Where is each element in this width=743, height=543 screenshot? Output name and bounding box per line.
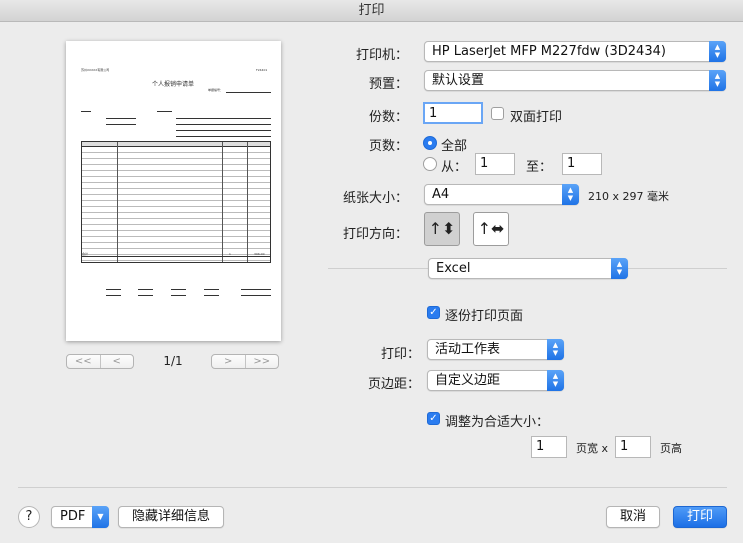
landscape-icon: ↑⬌ [477,219,505,238]
preview-sign-line [241,289,271,290]
print-preview-page: 苏州XXXXX有限公司 F24401 个人报销申请单 单据编号： 合计 1 39… [66,41,281,341]
duplex-checkbox[interactable] [491,107,504,120]
chevron-updown-icon: ▲ ▼ [709,41,726,62]
margins-value: 自定义边距 [435,373,501,388]
preset-value: 默认设置 [432,73,485,88]
preview-company: 苏州XXXXX有限公司 [81,68,110,72]
paper-size-label: 纸张大小： [342,191,408,206]
preview-total-amount: 396.00 [254,252,265,256]
preview-total-label: 合计 [82,252,89,256]
pages-wide-input[interactable]: 1 [531,436,567,458]
pages-from-label: 从： [441,160,468,175]
page-indicator: 1/1 [163,354,183,368]
chevron-updown-icon: ▲ ▼ [562,184,579,205]
preview-field-line [106,124,136,125]
cancel-button[interactable]: 取消 [606,506,660,528]
pdf-label: PDF [60,509,86,524]
landscape-orientation-button[interactable]: ↑⬌ [473,212,509,246]
last-page-button[interactable]: >> [244,355,279,368]
fit-to-page-label: 调整为合适大小： [445,415,550,430]
window-titlebar: 打印 [0,0,743,22]
copies-label: 份数： [368,110,408,125]
chevron-updown-icon: ▲ ▼ [547,339,564,360]
prev-page-button[interactable]: < [99,355,134,368]
preview-field-line [176,136,271,137]
paper-size-value: A4 [432,187,450,202]
pages-all-label: 全部 [441,139,468,154]
print-button[interactable]: 打印 [673,506,727,528]
copies-input[interactable]: 1 [423,102,483,124]
preview-sign-line [171,289,186,290]
app-section-value: Excel [436,261,471,276]
printer-value: HP LaserJet MFP M227fdw (3D2434) [432,44,666,59]
hide-details-button[interactable]: 隐藏详细信息 [118,506,224,528]
window-title: 打印 [358,3,385,18]
portrait-icon: ↑⬍ [428,219,456,238]
preset-select[interactable]: 默认设置 ▲ ▼ [424,70,726,91]
pages-to-label: 至： [526,160,553,175]
print-what-value: 活动工作表 [435,342,501,357]
pages-wide-label: 页宽 x [576,442,609,455]
pages-label: 页数： [368,139,408,154]
preview-table [81,141,271,263]
duplex-label: 双面打印 [510,110,563,125]
preset-label: 预置： [368,77,408,92]
footer-divider [18,487,727,488]
next-page-button[interactable]: > [212,355,245,368]
fit-to-page-checkbox[interactable]: ✓ [427,412,440,425]
margins-select[interactable]: 自定义边距 ▲ ▼ [427,370,564,391]
preview-code: F24401 [256,68,268,72]
paper-dimensions: 210 x 297 毫米 [588,190,669,203]
preview-sign-line [138,289,153,290]
preview-sign-line [241,295,271,296]
preview-title: 个人报销申请单 [152,81,195,88]
collate-checkbox[interactable]: ✓ [427,306,440,319]
print-what-label: 打印： [380,347,420,362]
preview-mark [81,111,91,112]
portrait-orientation-button[interactable]: ↑⬍ [424,212,460,246]
print-what-select[interactable]: 活动工作表 ▲ ▼ [427,339,564,360]
preview-docno: 单据编号： [208,88,224,92]
preview-field-line [176,124,271,125]
printer-select[interactable]: HP LaserJet MFP M227fdw (3D2434) ▲ ▼ [424,41,726,62]
pages-from-input[interactable]: 1 [475,153,515,175]
preview-field-line [176,118,271,119]
pages-all-radio[interactable] [423,136,437,150]
preview-sign-line [106,289,121,290]
chevron-down-icon: ▼ [92,506,109,528]
checkmark-icon: ✓ [429,307,438,318]
preview-nav-back: << < [66,354,134,369]
paper-size-select[interactable]: A4 ▲ ▼ [424,184,579,205]
preview-sign-line [138,295,153,296]
preview-total-qty: 1 [229,252,231,256]
chevron-updown-icon: ▲ ▼ [709,70,726,91]
preview-sign-line [171,295,186,296]
help-button[interactable]: ? [18,506,40,528]
pages-tall-input[interactable]: 1 [615,436,651,458]
pages-range-radio[interactable] [423,157,437,171]
preview-sign-line [204,295,219,296]
first-page-button[interactable]: << [67,355,100,368]
preview-field-line [106,118,136,119]
preview-nav-forward: > >> [211,354,279,369]
pages-tall-label: 页高 [660,442,682,455]
chevron-updown-icon: ▲ ▼ [611,258,628,279]
margins-label: 页边距： [367,377,420,392]
checkmark-icon: ✓ [429,413,438,424]
pages-to-input[interactable]: 1 [562,153,602,175]
pdf-menu-button[interactable]: PDF ▼ [51,506,109,528]
orientation-label: 打印方向： [342,227,408,242]
app-section-select[interactable]: Excel ▲ ▼ [428,258,628,279]
collate-label: 逐份打印页面 [445,309,524,324]
preview-sign-line [204,289,219,290]
preview-docno-line [226,92,271,93]
preview-total-line [81,256,271,257]
chevron-updown-icon: ▲ ▼ [547,370,564,391]
printer-label: 打印机： [355,48,408,63]
preview-mark [157,111,172,112]
preview-field-line [176,130,271,131]
preview-sign-line [106,295,121,296]
